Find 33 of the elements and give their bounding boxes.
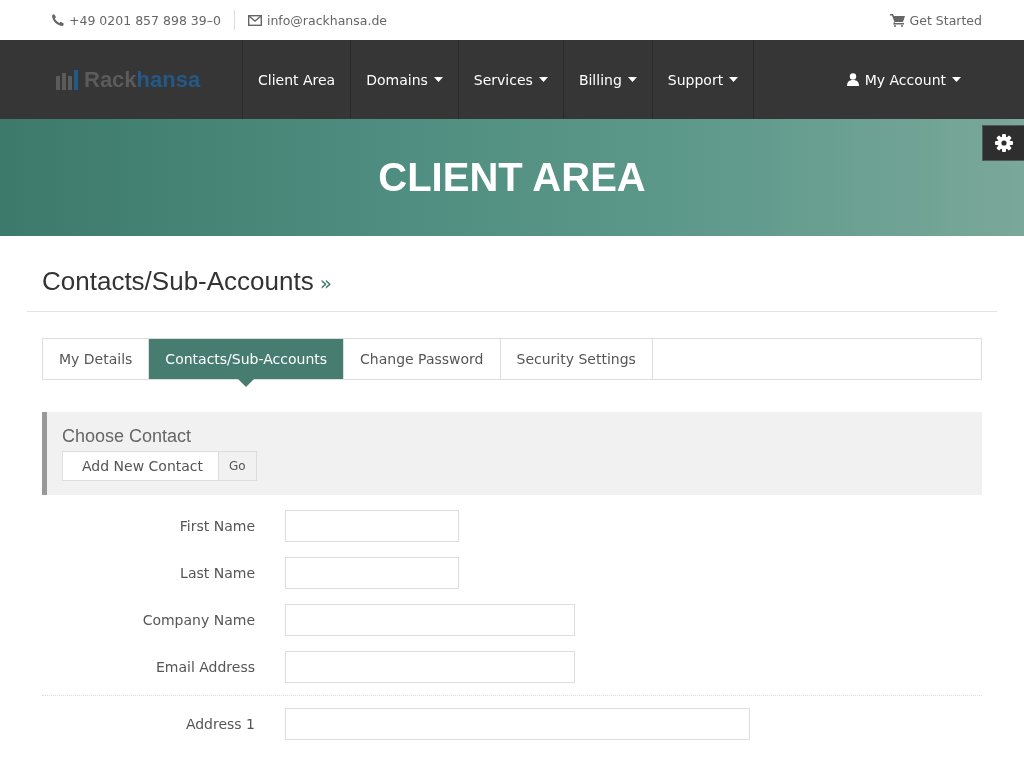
- caret-icon: [627, 77, 637, 82]
- cart-icon: [889, 13, 905, 27]
- go-button[interactable]: Go: [219, 451, 257, 481]
- account-menu[interactable]: My Account: [840, 40, 967, 119]
- input-field[interactable]: [285, 604, 575, 636]
- settings-icon: [994, 134, 1013, 152]
- field-label: Company Name: [141, 612, 256, 628]
- input-field[interactable]: [285, 708, 750, 740]
- contact-select[interactable]: Add New Contact: [62, 451, 219, 481]
- user-icon: [846, 73, 859, 86]
- email-link[interactable]: info@rackhansa.de: [266, 12, 388, 28]
- envelope-icon: [247, 14, 262, 26]
- page-title: Contacts/Sub-Accounts: [42, 266, 314, 297]
- panel-title: Choose Contact: [62, 426, 193, 447]
- breadcrumb-mark: »: [319, 271, 332, 295]
- field-label: Address 1: [184, 716, 256, 732]
- phone-icon: [52, 14, 64, 26]
- input-field[interactable]: [285, 651, 575, 683]
- field-label: First Name: [178, 518, 256, 534]
- settings-button[interactable]: [982, 125, 1024, 161]
- hero-title: CLIENT AREA: [378, 155, 646, 200]
- field-label: Last Name: [179, 565, 256, 581]
- tab-pointer: [238, 379, 255, 387]
- caret-icon: [538, 77, 548, 82]
- phone-number: +49 0201 857 898 39–0: [69, 12, 221, 28]
- caret-icon: [433, 77, 443, 82]
- input-field[interactable]: [285, 510, 459, 542]
- logo-icon: [56, 69, 78, 90]
- get-started-link[interactable]: Get Started: [909, 12, 982, 28]
- field-label: Email Address: [154, 659, 256, 675]
- input-field[interactable]: [285, 557, 459, 589]
- caret-icon: [952, 77, 961, 82]
- caret-icon: [729, 77, 739, 82]
